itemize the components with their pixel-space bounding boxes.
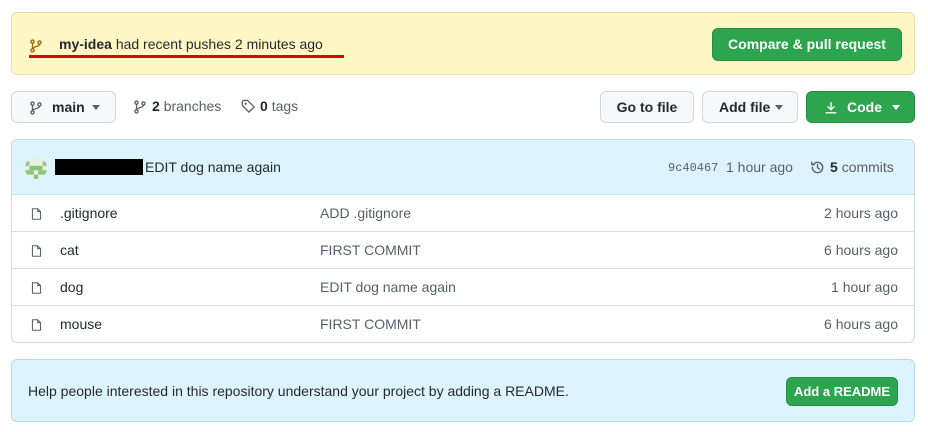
code-button[interactable]: Code: [806, 91, 915, 123]
recent-pushes-message: my-idea had recent pushes 2 minutes ago: [59, 36, 323, 52]
branches-count: 2: [152, 98, 160, 114]
commits-count: 5: [830, 159, 838, 175]
file-age: 6 hours ago: [824, 242, 898, 258]
add-file-button[interactable]: Add file: [702, 91, 798, 123]
add-file-label: Add file: [719, 99, 771, 115]
file-age: 2 hours ago: [824, 205, 898, 221]
file-row[interactable]: .gitignore ADD .gitignore 2 hours ago: [12, 195, 914, 232]
file-commit-message[interactable]: FIRST COMMIT: [320, 242, 421, 258]
compare-pull-request-button[interactable]: Compare & pull request: [712, 28, 902, 61]
file-row[interactable]: dog EDIT dog name again 1 hour ago: [12, 269, 914, 306]
file-list: EDIT dog name again 9c40467 1 hour ago 5…: [11, 139, 915, 343]
file-icon: [31, 282, 42, 294]
file-commit-message[interactable]: EDIT dog name again: [320, 279, 456, 295]
file-commit-message[interactable]: ADD .gitignore: [320, 205, 411, 221]
branches-link[interactable]: 2 branches: [134, 98, 222, 114]
file-row[interactable]: cat FIRST COMMIT 6 hours ago: [12, 232, 914, 269]
tag-icon: [241, 99, 255, 113]
commits-link[interactable]: 5 commits: [810, 159, 894, 175]
latest-commit-header: EDIT dog name again 9c40467 1 hour ago 5…: [12, 140, 914, 195]
git-branch-icon: [30, 39, 42, 53]
file-name[interactable]: mouse: [60, 316, 102, 332]
git-branch-icon: [134, 100, 146, 114]
tags-count: 0: [260, 98, 268, 114]
tags-label: tags: [271, 98, 299, 114]
branch-selector-button[interactable]: main: [11, 91, 116, 123]
git-branch-icon: [30, 101, 42, 115]
current-branch-label: main: [52, 99, 85, 115]
file-age: 1 hour ago: [831, 279, 898, 295]
add-readme-button[interactable]: Add a README: [786, 377, 898, 406]
file-icon: [31, 208, 42, 220]
branches-label: branches: [163, 98, 222, 114]
latest-commit-message[interactable]: EDIT dog name again: [145, 159, 281, 175]
red-annotation-underline: [29, 55, 344, 58]
readme-prompt-text: Help people interested in this repositor…: [28, 383, 569, 399]
tags-link[interactable]: 0 tags: [241, 98, 299, 114]
file-age: 6 hours ago: [824, 316, 898, 332]
file-icon: [31, 319, 42, 331]
commits-label: commits: [841, 159, 894, 175]
code-label: Code: [847, 99, 882, 115]
redacted-author-name: [55, 159, 143, 175]
file-name[interactable]: dog: [60, 279, 83, 295]
chevron-down-icon: [92, 105, 100, 110]
commit-time: 1 hour ago: [726, 159, 793, 175]
file-name[interactable]: cat: [60, 242, 79, 258]
commit-sha[interactable]: 9c40467: [668, 161, 718, 175]
avatar[interactable]: [25, 157, 47, 179]
recent-pushes-text: had recent pushes 2 minutes ago: [115, 36, 323, 52]
file-row[interactable]: mouse FIRST COMMIT 6 hours ago: [12, 306, 914, 342]
identicon-icon: [25, 161, 47, 179]
readme-prompt: Help people interested in this repositor…: [11, 359, 915, 422]
file-commit-message[interactable]: FIRST COMMIT: [320, 316, 421, 332]
pushed-branch-link[interactable]: my-idea: [59, 36, 112, 52]
history-icon: [810, 161, 824, 174]
recent-pushes-banner: my-idea had recent pushes 2 minutes ago …: [11, 12, 915, 75]
chevron-down-icon: [892, 105, 900, 110]
download-icon: [825, 102, 837, 114]
chevron-down-icon: [775, 105, 783, 110]
go-to-file-button[interactable]: Go to file: [600, 91, 694, 123]
file-name[interactable]: .gitignore: [60, 205, 118, 221]
file-icon: [31, 245, 42, 257]
